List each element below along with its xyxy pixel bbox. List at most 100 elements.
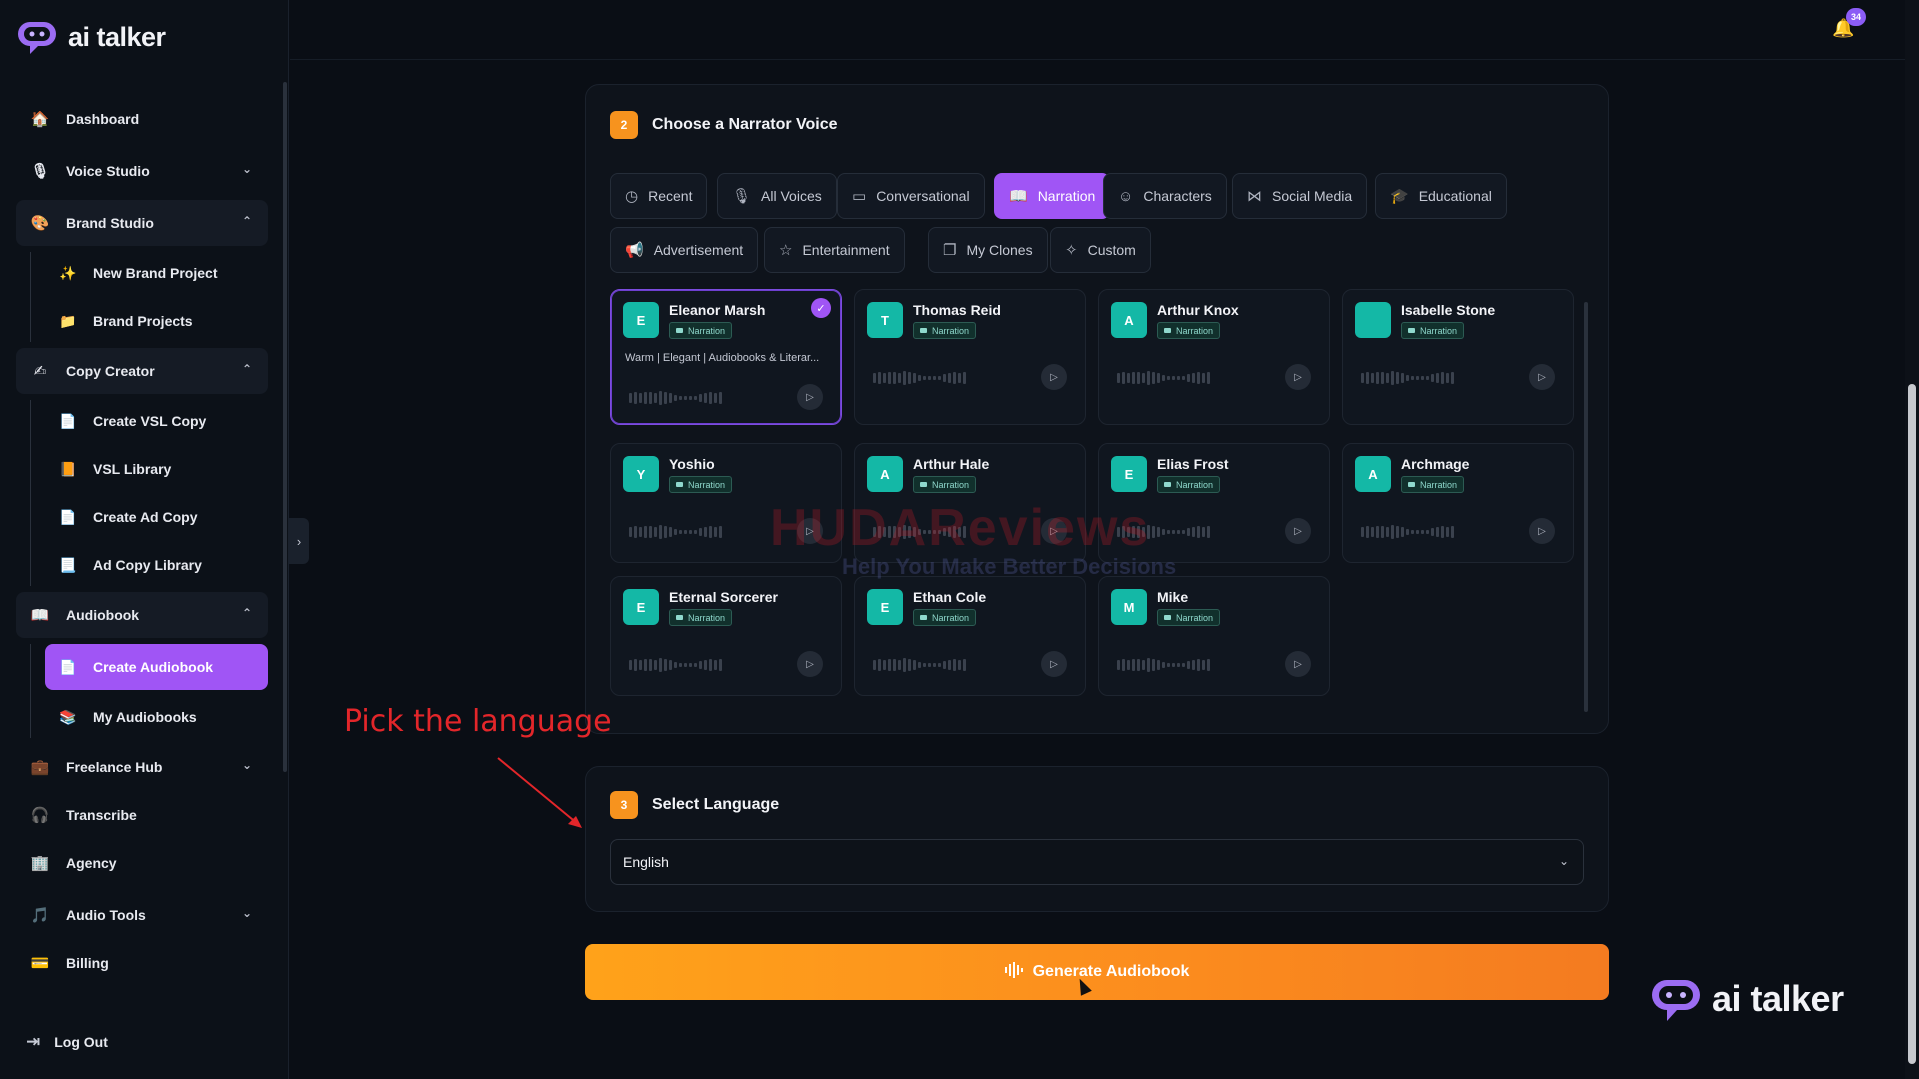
voice-name: Mike [1157,589,1189,605]
waveform-bar [893,372,896,384]
play-button[interactable]: ▷ [1285,651,1311,677]
play-button[interactable]: ▷ [1285,364,1311,390]
waveform [1117,370,1210,386]
waveform-bar [644,526,647,538]
sidebar-item-new-brand-project[interactable]: ✨ New Brand Project [45,252,268,294]
voice-card[interactable]: E Eleanor Marsh Narration ✓ Warm | Elega… [610,289,842,425]
tab-my-clones[interactable]: ❐ My Clones [928,227,1048,273]
play-button[interactable]: ▷ [1285,518,1311,544]
voice-card[interactable]: T Thomas Reid Narration ▷ [854,289,1086,425]
waveform-bar [938,376,941,380]
waveform-bar [1202,660,1205,670]
sidebar-item-billing[interactable]: 💳 Billing [16,940,268,986]
waveform-bar [1436,527,1439,537]
sidebar-item-transcribe[interactable]: 🎧 Transcribe [16,792,268,838]
waveform-bar [1441,526,1444,538]
sidebar-item-brand-projects[interactable]: 📁 Brand Projects [45,300,268,342]
waveform-bar [1152,372,1155,384]
play-button[interactable]: ▷ [1041,364,1067,390]
waveform-bar [684,663,687,667]
waveform-bar [669,527,672,537]
tab-all-voices[interactable]: 🎙 All Voices [717,173,837,219]
sidebar-item-create-vsl-copy[interactable]: 📄 Create VSL Copy [45,400,268,442]
voice-grid-scrollbar[interactable] [1584,302,1588,712]
waveform-bar [953,372,956,384]
sidebar-scrollbar[interactable] [283,82,287,772]
play-button[interactable]: ▷ [797,384,823,410]
generate-audiobook-button[interactable]: Generate Audiobook [585,944,1609,1000]
tab-label: Educational [1418,188,1492,204]
tab-narration[interactable]: 📖 Narration [994,173,1111,219]
play-button[interactable]: ▷ [1041,651,1067,677]
waveform-bar [878,659,881,671]
waveform-bar [654,393,657,403]
waveform-bar [654,660,657,670]
sidebar-item-audiobook[interactable]: 📖 Audiobook ⌃ [16,592,268,638]
tab-label: All Voices [761,188,822,204]
waveform-bar [903,658,906,672]
tab-conversational[interactable]: ▭ Conversational [837,173,985,219]
sidebar-item-vsl-library[interactable]: 📙 VSL Library [45,448,268,490]
waveform-bar [1132,372,1135,384]
sidebar-item-brand-studio[interactable]: 🎨 Brand Studio ⌃ [16,200,268,246]
page-scrollbar-thumb[interactable] [1908,384,1916,1064]
notifications-button[interactable]: 🔔 34 [1832,8,1866,42]
sidebar-item-freelance-hub[interactable]: 💼 Freelance Hub ⌄ [16,744,268,790]
sparkle-icon: ✧ [1065,242,1078,259]
page-scrollbar[interactable] [1905,0,1919,1079]
waveform-bar [883,373,886,383]
tab-recent[interactable]: ◷ Recent [610,173,708,219]
tab-educational[interactable]: 🎓 Educational [1375,173,1507,219]
voice-card[interactable]: M Mike Narration ▷ [1098,576,1330,696]
voice-card[interactable]: A Archmage Narration ▷ [1342,443,1574,563]
tab-entertainment[interactable]: ☆ Entertainment [764,227,905,273]
tab-social-media[interactable]: ⋈ Social Media [1232,173,1368,219]
play-icon: ▷ [806,658,814,670]
logout-button[interactable]: ⇥ Log Out [26,1032,108,1052]
tab-custom[interactable]: ✧ Custom [1050,227,1151,273]
sidebar-item-label: VSL Library [93,461,172,477]
waveform-bar [714,660,717,670]
sidebar-item-my-audiobooks[interactable]: 📚 My Audiobooks [45,696,268,738]
voice-card[interactable]: Isabelle Stone Narration ▷ [1342,289,1574,425]
waveform [1361,524,1454,540]
play-button[interactable]: ▷ [1529,518,1555,544]
logo[interactable]: ai talker [16,18,166,56]
waveform-bar [878,372,881,384]
sidebar-item-create-ad-copy[interactable]: 📄 Create Ad Copy [45,496,268,538]
waveform-bar [1147,658,1150,672]
play-icon: ▷ [1538,525,1546,537]
generate-label: Generate Audiobook [1032,963,1190,980]
tab-advertisement[interactable]: 📢 Advertisement [610,227,759,273]
doc-icon: 📃 [59,556,77,573]
waveform-bar [1376,526,1379,538]
voice-name: Eternal Sorcerer [669,589,778,605]
waveform-bar [1197,372,1200,384]
avatar: A [1355,456,1391,492]
voice-card[interactable]: E Ethan Cole Narration ▷ [854,576,1086,696]
voice-card[interactable]: E Eternal Sorcerer Narration ▷ [610,576,842,696]
sidebar-item-ad-copy-library[interactable]: 📃 Ad Copy Library [45,544,268,586]
sidebar-item-audio-tools[interactable]: 🎵 Audio Tools ⌄ [16,892,268,938]
sidebar-item-voice-studio[interactable]: 🎙 Voice Studio ⌄ [16,148,268,194]
play-button[interactable]: ▷ [797,651,823,677]
voice-name: Ethan Cole [913,589,987,605]
avatar: E [867,589,903,625]
tab-characters[interactable]: ☺ Characters [1103,173,1227,219]
voice-card[interactable]: A Arthur Knox Narration ▷ [1098,289,1330,425]
waveform-bar [1127,660,1130,670]
waveform-bar [1192,527,1195,537]
tab-label: Custom [1087,242,1136,258]
tab-label: My Clones [966,242,1033,258]
sidebar-item-dashboard[interactable]: 🏠 Dashboard [16,96,268,142]
palette-icon: 🎨 [30,215,50,232]
sidebar-collapse-button[interactable]: › [289,518,309,564]
chevron-up-icon: ⌃ [241,606,252,620]
language-select[interactable]: English ⌄ [610,839,1584,885]
play-button[interactable]: ▷ [1529,364,1555,390]
sidebar-item-copy-creator[interactable]: ✍ Copy Creator ⌃ [16,348,268,394]
sidebar-item-create-audiobook[interactable]: 📄 Create Audiobook [45,644,268,690]
logout-icon: ⇥ [26,1032,41,1051]
sidebar-item-agency[interactable]: 🏢 Agency [16,840,268,886]
watermark-tagline: Help You Make Better Decisions [842,554,1177,579]
